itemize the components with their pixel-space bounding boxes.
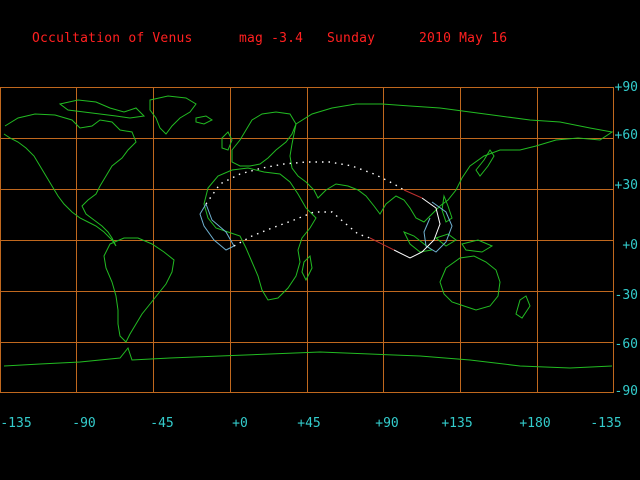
lon-label-90w: -90 xyxy=(72,416,96,431)
coast-new-zealand xyxy=(515,295,531,319)
world-map xyxy=(0,87,614,393)
lon-label-135e: +135 xyxy=(441,416,473,431)
lat-label-60s: -60 xyxy=(614,337,638,352)
coast-asia xyxy=(289,103,614,223)
coast-iceland xyxy=(195,115,213,125)
map-grid xyxy=(0,87,614,393)
limit-curve-cyan-west xyxy=(199,203,235,251)
path-northern-limit xyxy=(205,161,405,205)
lon-label-135w-2: -135 xyxy=(590,416,622,431)
limit-line-red-north xyxy=(403,189,423,199)
lon-label-135w: -135 xyxy=(0,416,32,431)
coast-indonesia xyxy=(402,231,494,253)
lon-label-90e: +90 xyxy=(375,416,399,431)
coast-south-america xyxy=(103,237,175,343)
coast-africa xyxy=(203,167,317,301)
coast-australia xyxy=(439,255,501,311)
lon-label-45w: -45 xyxy=(150,416,174,431)
lat-label-30s: -30 xyxy=(614,288,638,303)
coast-north-america xyxy=(3,113,137,247)
lat-label-90n: +90 xyxy=(614,80,638,95)
coast-japan xyxy=(475,149,495,177)
coast-philippines xyxy=(441,194,453,223)
occultation-paths xyxy=(205,161,405,247)
lon-label-45e: +45 xyxy=(297,416,321,431)
limit-line-red-south xyxy=(369,237,395,251)
lat-label-30n: +30 xyxy=(614,178,638,193)
lat-label-60n: +60 xyxy=(614,128,638,143)
coast-greenland xyxy=(149,95,197,135)
coast-arctic-islands xyxy=(58,99,146,119)
lat-label-90s: -90 xyxy=(614,384,638,399)
lon-label-180: +180 xyxy=(519,416,551,431)
lon-label-0: +0 xyxy=(232,416,248,431)
lat-label-0: +0 xyxy=(622,238,638,253)
